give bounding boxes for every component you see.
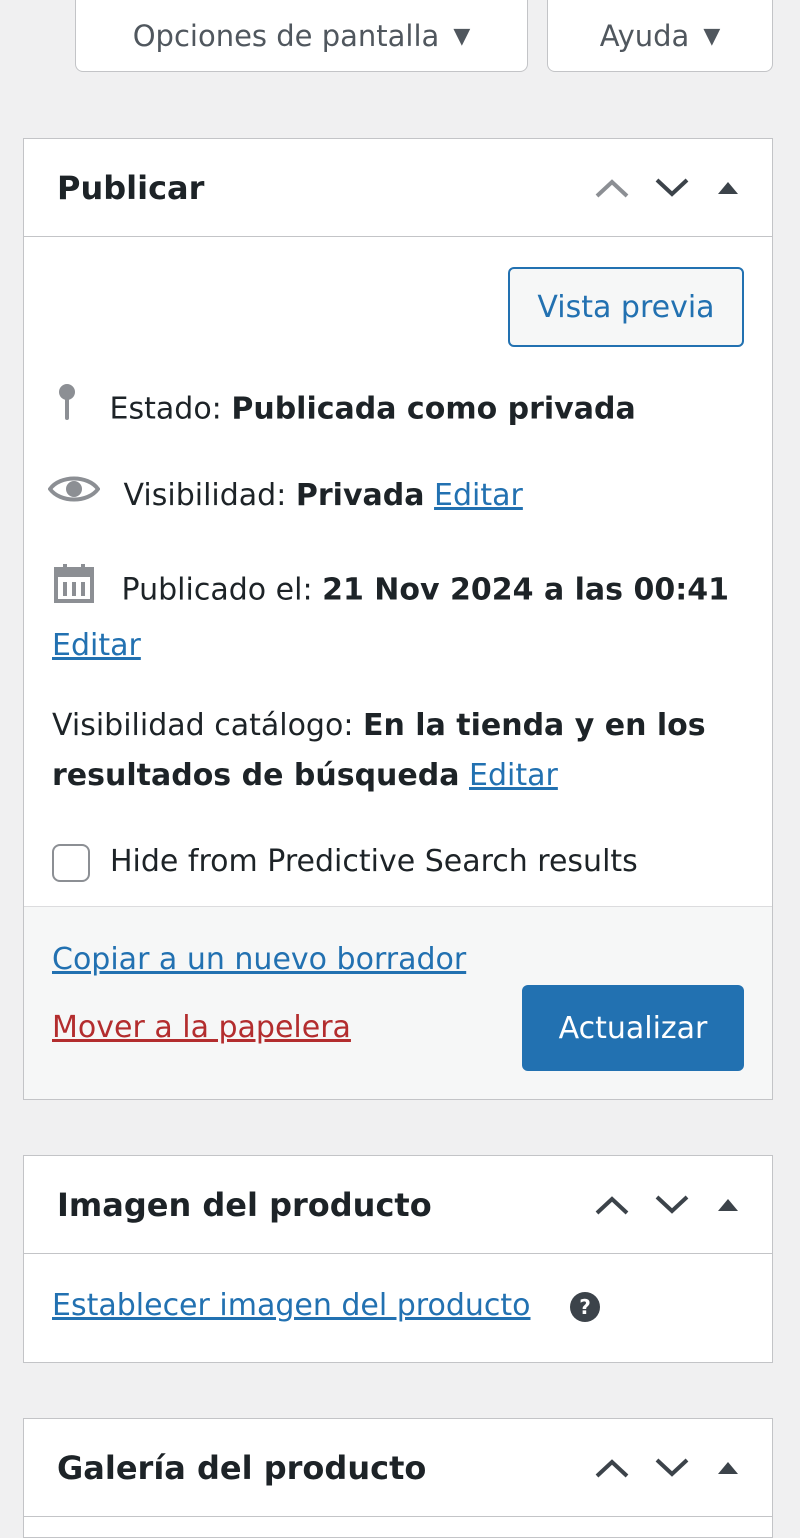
product-gallery-title: Galería del producto: [57, 1448, 427, 1487]
postbox-controls: [582, 1419, 748, 1516]
publish-box-title: Publicar: [57, 168, 205, 207]
eye-icon: [47, 472, 101, 522]
set-product-image-row: Establecer imagen del producto ?: [52, 1281, 744, 1331]
visibility-value: Privada: [295, 478, 425, 513]
chevron-down-icon[interactable]: [642, 1438, 702, 1498]
help-tab-label: Ayuda: [599, 19, 690, 53]
visibility-label: Visibilidad:: [123, 478, 287, 513]
screen-options-button[interactable]: Opciones de pantalla ▼: [75, 0, 528, 72]
publish-box-header: Publicar: [24, 139, 772, 237]
published-row: Publicado el: 21 Nov 2024 a las 00:41 Ed…: [52, 561, 744, 671]
catalog-visibility-row: Visibilidad catálogo: En la tienda y en …: [52, 701, 744, 801]
visibility-row: Visibilidad: Privada Editar: [47, 471, 744, 522]
catalog-visibility-edit-link[interactable]: Editar: [469, 758, 558, 793]
set-product-image-link[interactable]: Establecer imagen del producto: [52, 1288, 531, 1323]
help-tab-button[interactable]: Ayuda ▼: [547, 0, 773, 72]
product-gallery-box: Galería del producto: [23, 1418, 773, 1538]
product-image-header: Imagen del producto: [24, 1156, 772, 1254]
screen-options-label: Opciones de pantalla: [132, 19, 440, 53]
move-to-trash-link[interactable]: Mover a la papelera: [52, 1003, 351, 1053]
update-button[interactable]: Actualizar: [522, 985, 744, 1071]
status-row: Estado: Publicada como privada: [52, 381, 744, 439]
visibility-edit-link[interactable]: Editar: [434, 478, 523, 513]
status-value: Publicada como privada: [231, 391, 636, 427]
product-image-title: Imagen del producto: [57, 1185, 432, 1224]
hide-predictive-label: Hide from Predictive Search results: [110, 844, 638, 879]
postbox-controls: [582, 1156, 748, 1253]
pin-icon: [52, 381, 82, 439]
preview-button[interactable]: Vista previa: [508, 267, 744, 347]
hide-predictive-checkbox[interactable]: [52, 843, 90, 882]
calendar-icon: [52, 561, 96, 621]
product-gallery-header: Galería del producto: [24, 1419, 772, 1517]
triangle-up-icon[interactable]: [708, 158, 748, 218]
postbox-controls: [582, 139, 748, 236]
dropdown-arrow-icon: ▼: [703, 23, 721, 49]
triangle-up-icon[interactable]: [708, 1438, 748, 1498]
published-value: 21 Nov 2024 a las 00:41: [322, 572, 729, 608]
publish-box: Publicar Vista previa Estado: Publicada …: [23, 138, 773, 1100]
hide-predictive-row: Hide from Predictive Search results: [52, 837, 744, 887]
major-publishing-actions: Copiar a un nuevo borrador Mover a la pa…: [24, 906, 772, 1099]
chevron-up-icon[interactable]: [582, 158, 642, 218]
product-image-box: Imagen del producto Establecer imagen de…: [23, 1155, 773, 1363]
chevron-down-icon[interactable]: [642, 1175, 702, 1235]
help-icon[interactable]: ?: [570, 1291, 601, 1322]
triangle-up-icon[interactable]: [708, 1175, 748, 1235]
chevron-down-icon[interactable]: [642, 158, 702, 218]
chevron-up-icon[interactable]: [582, 1175, 642, 1235]
published-label: Publicado el:: [121, 572, 313, 608]
published-edit-link[interactable]: Editar: [52, 628, 141, 663]
catalog-visibility-label: Visibilidad catálogo:: [52, 708, 354, 743]
status-label: Estado:: [109, 391, 222, 427]
copy-to-draft-link[interactable]: Copiar a un nuevo borrador: [52, 935, 466, 985]
dropdown-arrow-icon: ▼: [453, 23, 471, 49]
chevron-up-icon[interactable]: [582, 1438, 642, 1498]
